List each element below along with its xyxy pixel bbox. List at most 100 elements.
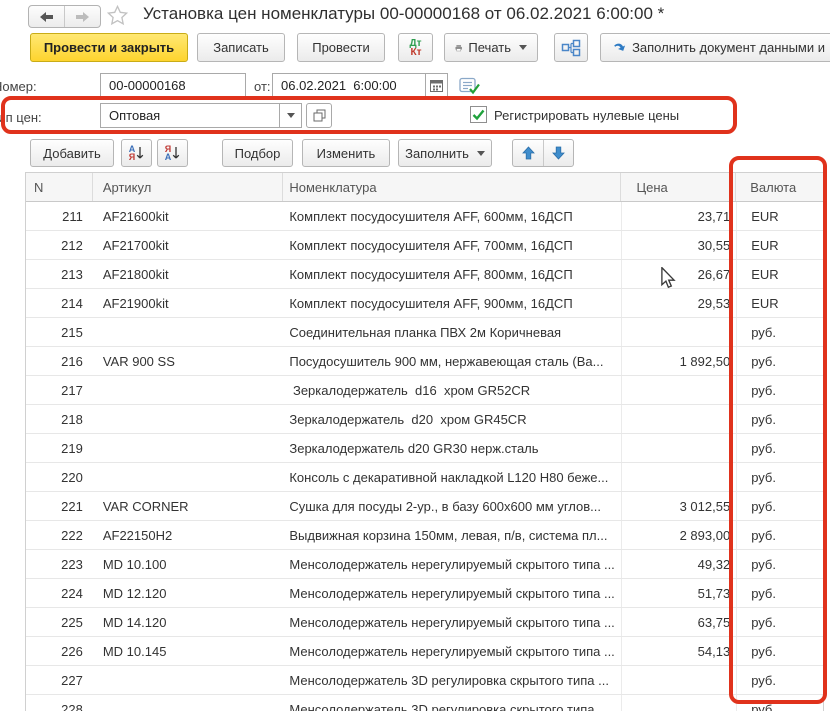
structure-button[interactable]	[554, 33, 588, 62]
cell-currency: руб.	[736, 318, 823, 346]
cell-currency: руб.	[736, 376, 823, 404]
cell-name: Консоль с декаративной накладкой L120 H8…	[289, 469, 609, 485]
column-header[interactable]: Цена	[621, 173, 737, 201]
save-button[interactable]: Записать	[197, 33, 285, 62]
cell-n: 220	[61, 469, 83, 485]
table-row[interactable]: 213 AF21800kit Комплект посудосушителя AFF…	[26, 260, 823, 289]
sort-ascending-button[interactable]: А Я	[121, 139, 152, 167]
price-type-combo[interactable]: Оптовая	[100, 103, 302, 128]
cell-sku	[93, 376, 284, 404]
cell-n: 213	[61, 266, 83, 282]
table-row[interactable]: 220 Консоль с декаративной накладкой L120…	[26, 463, 823, 492]
cell-name: Зеркалодержатель d16 хром GR52CR	[289, 382, 531, 398]
dtkt-button[interactable]: Дт Кт	[398, 33, 433, 62]
table-row[interactable]: 225 MD 14.120 Менсолодержатель нерегулируе…	[26, 608, 823, 637]
structure-icon	[561, 39, 581, 56]
cell-price	[621, 376, 736, 404]
cell-sku: MD 10.145	[102, 643, 167, 659]
post-and-close-button[interactable]: Провести и закрыть	[30, 33, 188, 62]
table-row[interactable]: 223 MD 10.100 Менсолодержатель нерегулируе…	[26, 550, 823, 579]
document-window: Установка цен номенклатуры 00-00000168 о…	[0, 0, 830, 711]
fill-arrow-icon	[614, 43, 626, 51]
table-row[interactable]: 217 Зеркалодержатель d16 хром GR52CR руб.	[26, 376, 823, 405]
table-row[interactable]: 218 Зеркалодержатель d20 хром GR45CR руб.	[26, 405, 823, 434]
printer-icon	[455, 44, 462, 51]
comment-button[interactable]	[458, 76, 480, 96]
pick-button[interactable]: Подбор	[222, 139, 293, 167]
table-row[interactable]: 224 MD 12.120 Менсолодержатель нерегулируе…	[26, 579, 823, 608]
forward-arrow-icon	[76, 11, 89, 22]
price-type-open-button[interactable]	[306, 103, 332, 128]
cell-n: 221	[61, 498, 83, 514]
favorite-star-icon[interactable]	[106, 4, 129, 32]
table-row[interactable]: 227 Менсолодержатель 3D регулировка скрыт…	[26, 666, 823, 695]
cell-name: Зеркалодержатель d20 GR30 нерж.сталь	[289, 440, 539, 456]
number-input[interactable]: 00-00000168	[100, 73, 246, 98]
cell-name: Менсолодержатель нерегулируемый скрытого…	[289, 556, 615, 572]
cell-sku: VAR CORNER	[102, 498, 189, 514]
date-value: 06.02.2021 6:00:00	[281, 78, 397, 93]
cell-currency: руб.	[736, 608, 823, 636]
table-row[interactable]: 228 Менсолодержатель 3D регулировка скрыт…	[26, 695, 823, 711]
table-row[interactable]: 214 AF21900kit Комплект посудосушителя AFF…	[26, 289, 823, 318]
cell-name: Менсолодержатель нерегулируемый скрытого…	[289, 585, 615, 601]
table-row[interactable]: 221 VAR CORNER Сушка для посуды 2-ур., в б…	[26, 492, 823, 521]
cell-sku: MD 12.120	[102, 585, 167, 601]
print-button[interactable]: Печать	[444, 33, 538, 62]
calendar-button[interactable]	[425, 74, 447, 97]
register-zero-checkbox[interactable]	[470, 106, 487, 123]
fill-caret-icon	[476, 150, 485, 156]
cell-n: 218	[61, 411, 83, 427]
table-row[interactable]: 215 Соединительная планка ПВХ 2м Коричнев…	[26, 318, 823, 347]
cell-name: Менсолодержатель 3D регулировка скрытого…	[289, 701, 609, 711]
cell-n: 219	[61, 440, 83, 456]
cell-price	[621, 463, 736, 491]
date-input[interactable]: 06.02.2021 6:00:00	[272, 73, 448, 98]
arrow-up-icon	[521, 146, 535, 160]
number-value: 00-00000168	[109, 78, 186, 93]
move-up-button[interactable]	[513, 140, 543, 166]
cell-price	[621, 434, 736, 462]
back-button[interactable]	[29, 6, 64, 27]
table-row[interactable]: 219 Зеркалодержатель d20 GR30 нерж.сталь р…	[26, 434, 823, 463]
arrow-down-icon	[552, 146, 565, 160]
cell-n: 217	[61, 382, 83, 398]
table-row[interactable]: 216 VAR 900 SS Посудосушитель 900 мм, нерж…	[26, 347, 823, 376]
table-row[interactable]: 211 AF21600kit Комплект посудосушителя AFF…	[26, 202, 823, 231]
cell-currency: руб.	[736, 492, 823, 520]
table-row[interactable]: 222 AF22150H2 Выдвижная корзина 150мм, лев…	[26, 521, 823, 550]
fill-document-button[interactable]: Заполнить документ данными и	[600, 33, 830, 62]
cell-n: 225	[61, 614, 83, 630]
change-button[interactable]: Изменить	[302, 139, 390, 167]
cell-sku	[93, 666, 284, 694]
move-down-button[interactable]	[543, 140, 573, 166]
price-type-dropdown-button[interactable]	[279, 104, 301, 127]
column-header[interactable]: Артикул	[93, 173, 284, 201]
cell-sku: AF21800kit	[102, 266, 169, 282]
items-table: N Артикул Номенклатура Цена Валюта 211 AF2160…	[25, 172, 824, 711]
cell-sku	[93, 318, 284, 346]
cell-name: Менсолодержатель 3D регулировка скрытого…	[289, 672, 609, 688]
post-button[interactable]: Провести	[297, 33, 385, 62]
cell-currency: EUR	[736, 202, 823, 230]
column-header[interactable]: N	[26, 173, 93, 201]
cell-n: 222	[61, 527, 83, 543]
history-nav	[28, 5, 101, 28]
save-label: Записать	[213, 40, 269, 55]
cell-n: 227	[61, 672, 83, 688]
table-row[interactable]: 212 AF21700kit Комплект посудосушителя AFF…	[26, 231, 823, 260]
cell-price: 23,71	[621, 202, 736, 230]
cell-price: 29,53	[621, 289, 736, 317]
forward-button[interactable]	[64, 6, 100, 27]
page-title: Установка цен номенклатуры 00-00000168 о…	[143, 4, 665, 23]
add-row-button[interactable]: Добавить	[30, 139, 114, 167]
sort-descending-button[interactable]: Я А	[157, 139, 188, 167]
change-label: Изменить	[316, 145, 376, 161]
table-row[interactable]: 226 MD 10.145 Менсолодержатель нерегулируе…	[26, 637, 823, 666]
number-label: Номер:	[0, 79, 37, 94]
cell-price: 2 893,00	[621, 521, 736, 549]
fill-menu-button[interactable]: Заполнить	[398, 139, 492, 167]
column-header[interactable]: Номенклатура	[283, 173, 622, 201]
column-header[interactable]: Валюта	[736, 173, 823, 201]
cell-price	[621, 695, 736, 711]
